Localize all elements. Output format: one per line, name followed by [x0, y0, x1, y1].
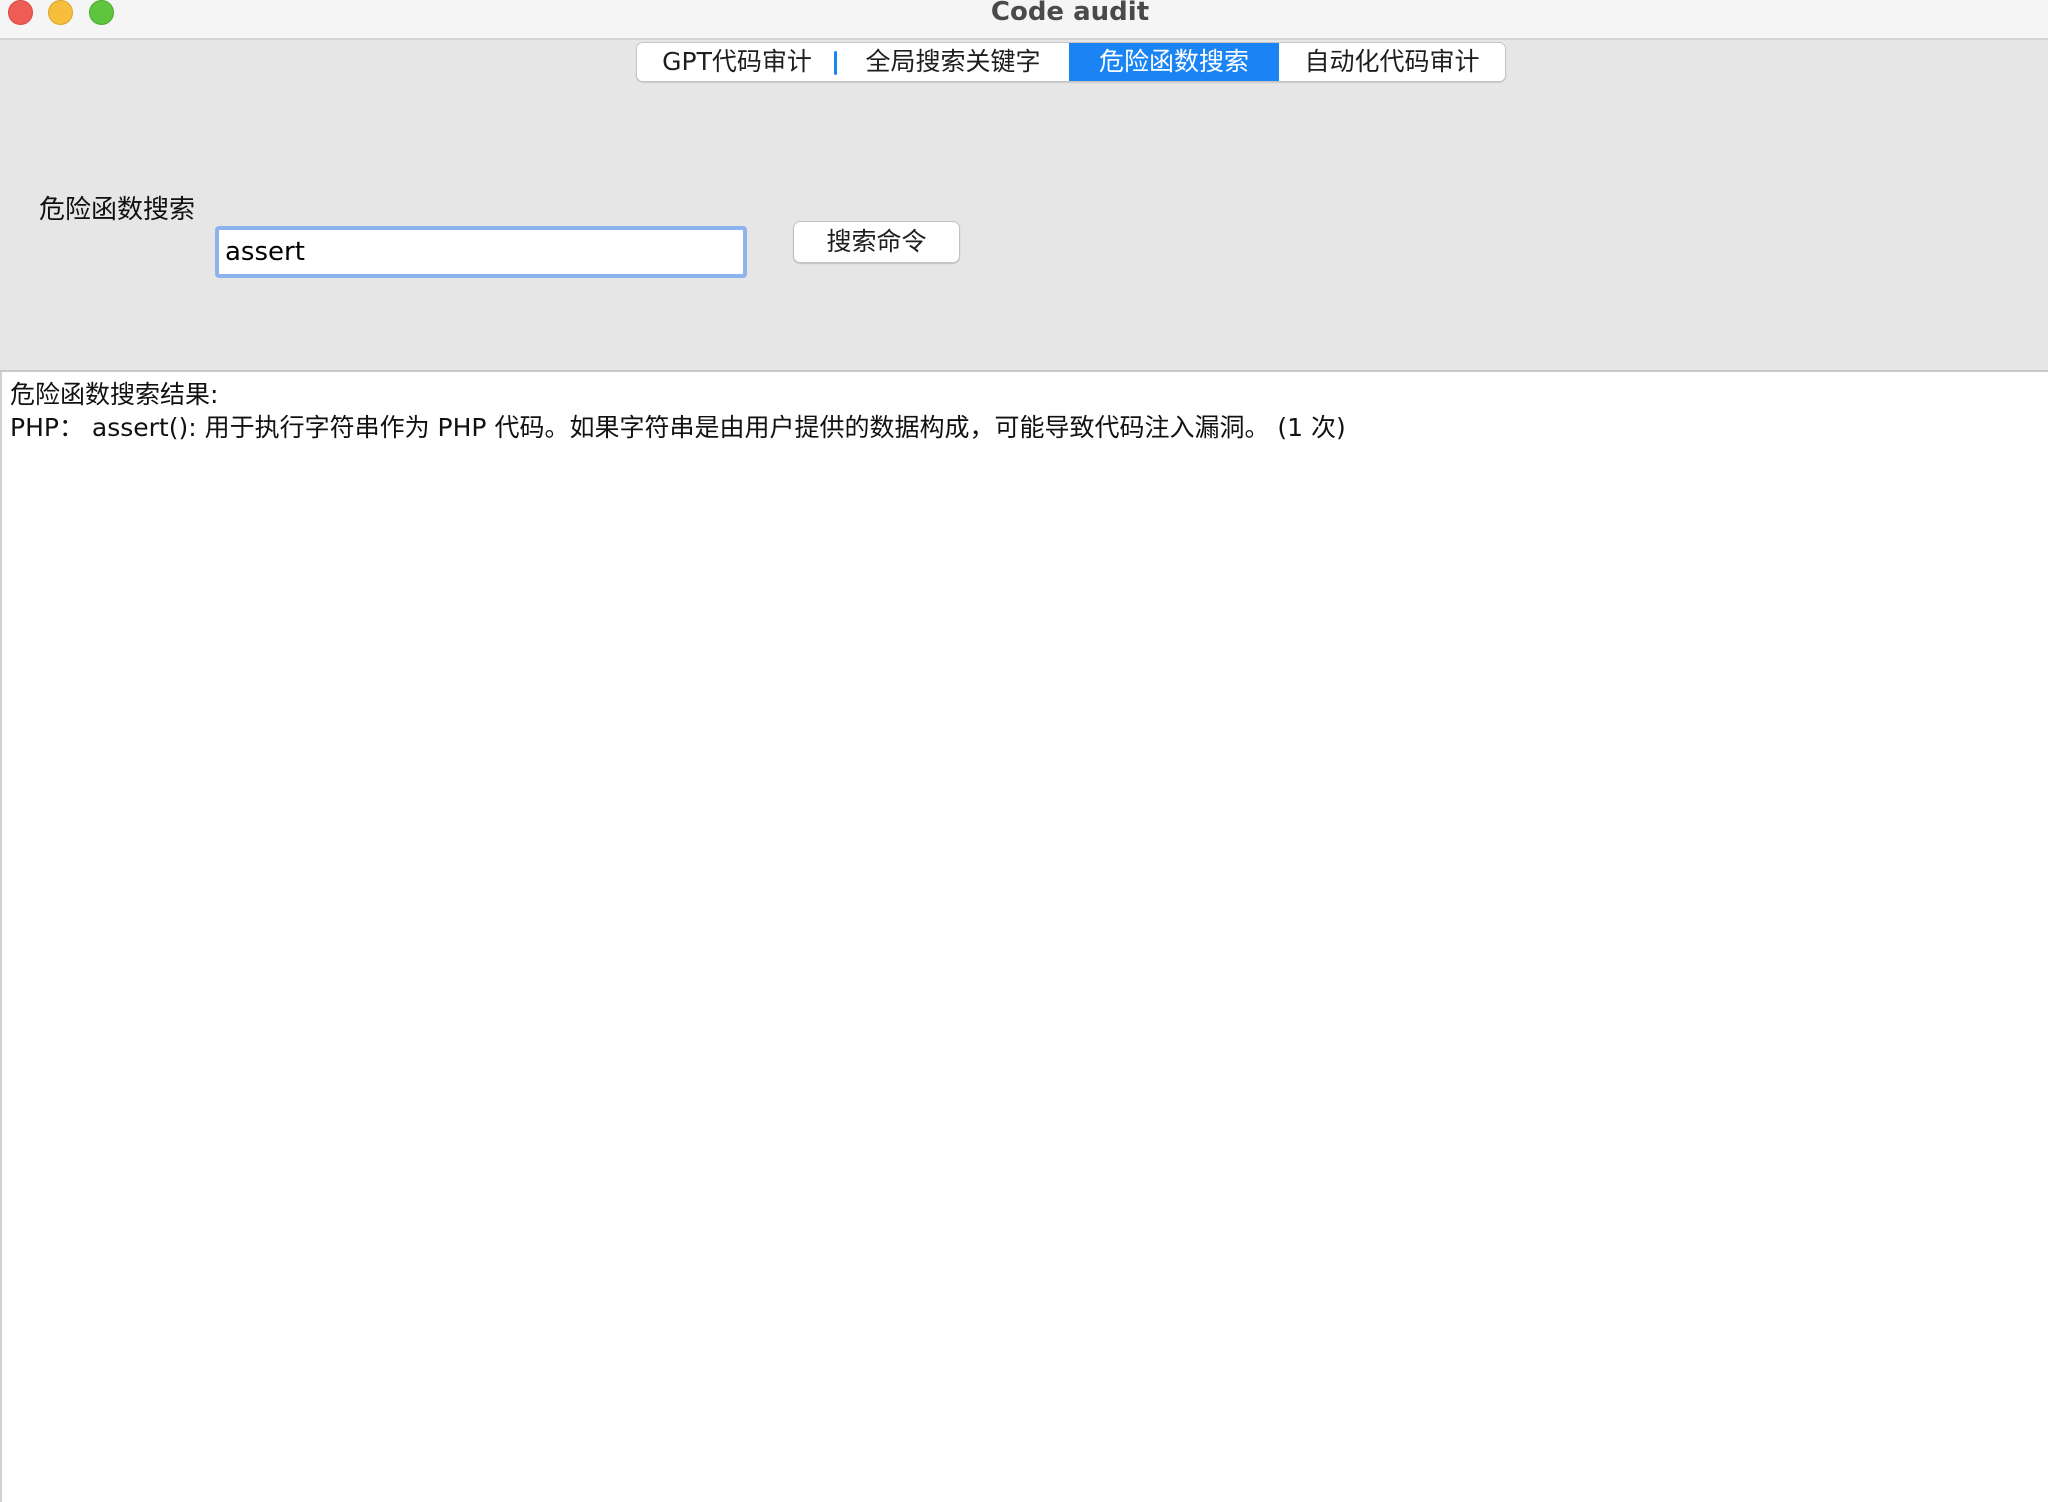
title-bar: Code audit [0, 0, 2048, 40]
search-button[interactable]: 搜索命令 [793, 221, 960, 263]
tab-gpt-code-audit[interactable]: GPT代码审计 [637, 43, 837, 81]
tab-global-keyword-search[interactable]: 全局搜索关键字 [837, 43, 1069, 81]
app-window: Code audit GPT代码审计 全局搜索关键字 危险函数搜索 自动化代码审… [0, 0, 2048, 1502]
search-input[interactable] [215, 226, 747, 278]
results-text-area[interactable]: 危险函数搜索结果: PHP： assert(): 用于执行字符串作为 PHP 代… [0, 372, 2048, 1502]
result-line: PHP： assert(): 用于执行字符串作为 PHP 代码。如果字符串是由用… [10, 413, 1346, 442]
results-heading: 危险函数搜索结果: [10, 380, 219, 409]
tab-label: GPT代码审计 [662, 47, 812, 76]
tab-label: 全局搜索关键字 [865, 47, 1041, 76]
search-label: 危险函数搜索 [39, 195, 196, 225]
tab-label: 自动化代码审计 [1304, 47, 1480, 76]
tab-dangerous-function-search[interactable]: 危险函数搜索 [1069, 43, 1279, 81]
tab-automated-code-audit[interactable]: 自动化代码审计 [1279, 43, 1505, 81]
tab-bar: GPT代码审计 全局搜索关键字 危险函数搜索 自动化代码审计 [636, 42, 1506, 82]
search-panel: GPT代码审计 全局搜索关键字 危险函数搜索 自动化代码审计 危险函数搜索 搜索… [0, 40, 2048, 372]
window-title: Code audit [990, 0, 1150, 27]
tab-label: 危险函数搜索 [1098, 47, 1249, 76]
